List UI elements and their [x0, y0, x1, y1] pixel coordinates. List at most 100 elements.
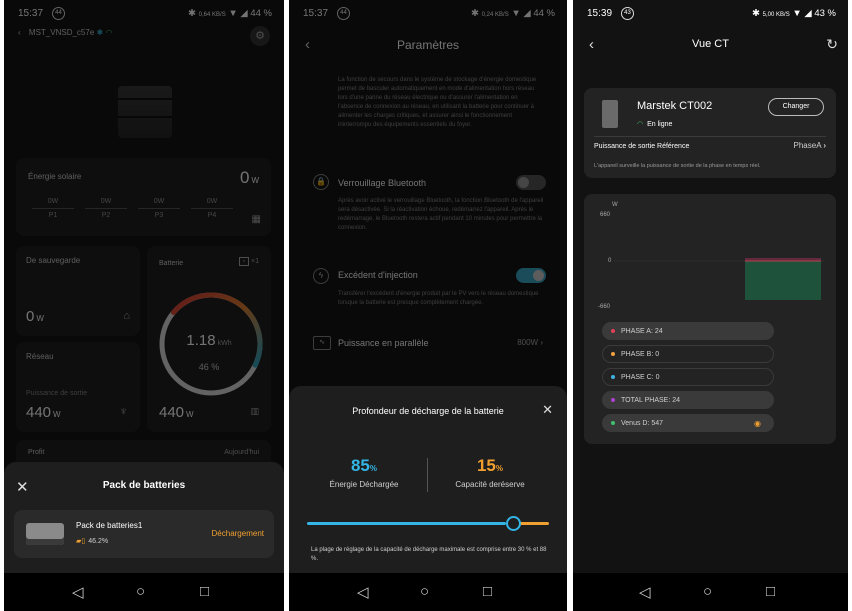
screen-settings: 15:37 44 ✱ 0,24 KB/S ▼ ◢ 44 % ‹ Paramètr…: [289, 0, 567, 611]
recents-nav-icon[interactable]: □: [200, 583, 209, 600]
bluetooth-lock-toggle[interactable]: [516, 175, 546, 190]
discharged-energy: 85% Énergie Déchargée: [305, 456, 423, 489]
lightning-icon: ϟ: [313, 268, 329, 284]
status-time: 15:37: [303, 8, 329, 19]
battery-card[interactable]: Batterie ▫ ×1 1.18 kWh 46 % 440 W ▥: [147, 246, 271, 432]
net-speed: 5,00 KB/S: [762, 12, 790, 18]
battery-bars-icon: ▥: [250, 406, 259, 416]
status-right: ✱ 5,00 KB/S ▼ ◢ 43 %: [752, 8, 836, 19]
screen-ct-view: 15:39 43 ✱ 5,00 KB/S ▼ ◢ 43 % ‹ Vue CT ↻…: [573, 0, 848, 611]
range-note: La plage de réglage de la capacité de dé…: [311, 547, 547, 562]
status-time: 15:39: [587, 8, 613, 19]
divider: [427, 458, 428, 492]
android-nav-bar: ◁ ○ □: [573, 573, 848, 611]
profit-period: Aujourd'hui: [224, 449, 259, 456]
injection-toggle[interactable]: [516, 268, 546, 283]
settings-gear-icon[interactable]: ⚙: [250, 26, 270, 46]
battery-pack-icon: ▫: [238, 257, 250, 266]
home-nav-icon[interactable]: ○: [136, 583, 145, 600]
legend-dot: [611, 352, 615, 357]
battery-pack-sheet: ✕ Pack de batteries Pack de batteries1 ▰…: [4, 462, 284, 574]
home-nav-icon[interactable]: ○: [703, 583, 712, 600]
battery-count: ▫ ×1: [238, 257, 259, 266]
parallel-power-value[interactable]: 800W ›: [517, 338, 543, 347]
grid-value: 440 W: [26, 404, 61, 421]
change-button[interactable]: Changer: [768, 98, 824, 116]
slider-fill: [307, 522, 506, 525]
pack-name: Pack de batteries1: [76, 521, 143, 530]
back-nav-icon[interactable]: ◁: [639, 583, 651, 601]
home-nav-icon[interactable]: ○: [420, 583, 429, 600]
reserve-value: 15%: [476, 456, 504, 475]
grid-sub-label: Puissance de sortie: [26, 390, 88, 397]
solar-panels: 0W P1 0W P2 0W P3 0W P4: [28, 198, 238, 230]
slider-handle[interactable]: [506, 516, 521, 531]
discharged-value: 85%: [350, 456, 378, 475]
solar-card[interactable]: Énergie solaire 0W 0W P1 0W P2 0W P3 0W P4 ▦: [16, 158, 271, 236]
legend-label: TOTAL PHASE: 24: [621, 397, 681, 404]
net-speed: 0,64 KB/S: [198, 12, 226, 18]
refresh-icon[interactable]: ↻: [826, 36, 838, 53]
wifi-icon: ◠: [105, 28, 113, 37]
reference-value[interactable]: PhaseA ›: [794, 141, 826, 150]
legend-dot: [611, 398, 615, 403]
status-bar: 15:39 43 ✱ 5,00 KB/S ▼ ◢ 43 %: [573, 0, 848, 26]
legend-label: PHASE A: 24: [621, 328, 663, 335]
legend-label: PHASE B: 0: [621, 351, 660, 358]
close-icon[interactable]: ✕: [542, 402, 553, 418]
grid-card[interactable]: Réseau Puissance de sortie 440 W ♆: [16, 342, 140, 432]
phase-legend-item[interactable]: TOTAL PHASE: 24: [602, 391, 774, 409]
reference-label: Puissance de sortie Référence: [594, 143, 690, 150]
backup-label: De sauvegarde: [26, 256, 81, 265]
battery-pack-item[interactable]: Pack de batteries1 ▰▯ 46.2% Déchargement: [14, 510, 274, 558]
battery-level: 44 %: [250, 8, 272, 19]
notification-badge: 44: [337, 7, 350, 20]
device-header: ‹ MST_VNSD_c57e ✱ ◠: [18, 28, 112, 37]
phase-legend-item[interactable]: PHASE A: 24: [602, 322, 774, 340]
ct-online-status: ◠ En ligne: [637, 121, 673, 128]
ct-device-name: Marstek CT002: [637, 100, 713, 112]
phase-legend-item[interactable]: PHASE C: 0: [602, 368, 774, 386]
notification-badge: 43: [621, 7, 634, 20]
backup-value: 0W: [26, 308, 44, 325]
phase-a-area: [745, 258, 821, 261]
recents-nav-icon[interactable]: □: [483, 583, 492, 600]
page-title: Paramètres: [396, 38, 460, 52]
power-tower-icon: ♆: [119, 404, 128, 418]
status-time: 15:37: [18, 8, 44, 19]
phase-legend-item[interactable]: Venus D: 547 ◉: [602, 414, 774, 432]
status-bar: 15:37 44 ✱ 0,64 KB/S ▼ ◢ 44 %: [4, 0, 284, 26]
back-nav-icon[interactable]: ◁: [357, 583, 369, 601]
bluetooth-icon: ✱: [96, 28, 104, 37]
solar-value: 0W: [239, 168, 259, 187]
phase-legend-item[interactable]: PHASE B: 0: [602, 345, 774, 363]
discharged-label: Énergie Déchargée: [329, 480, 399, 489]
screen-home: 15:37 44 ✱ 0,64 KB/S ▼ ◢ 44 % ‹ MST_VNSD…: [4, 0, 284, 611]
phase-chart: [614, 258, 824, 300]
recents-nav-icon[interactable]: □: [766, 583, 775, 600]
solar-panel-icon: ▦: [251, 214, 261, 225]
android-nav-bar: ◁ ○ □: [289, 573, 567, 611]
legend-dot: [611, 421, 615, 426]
discharge-depth-sheet: Profondeur de décharge de la batterie ✕ …: [289, 386, 567, 574]
home-icon: ⌂: [123, 310, 130, 322]
backup-card[interactable]: De sauvegarde 0W ⌂: [16, 246, 140, 336]
status-right: ✱ 0,64 KB/S ▼ ◢ 44 %: [188, 8, 272, 19]
notification-badge: 44: [52, 7, 65, 20]
back-nav-icon[interactable]: ◁: [72, 583, 84, 601]
phase-chart-card: W 660 0 -660 PHASE A: 24 PHASE B: 0 PHASE …: [584, 194, 836, 444]
panel-p2: 0W P2: [81, 198, 131, 219]
battery-kwh: 1.18 kWh: [186, 332, 232, 349]
battery-pack-image: [26, 523, 64, 545]
legend-label: PHASE C: 0: [621, 374, 660, 381]
battery-label: Batterie: [159, 260, 184, 267]
venus-area: [745, 261, 821, 300]
wifi-icon: ◠: [637, 121, 644, 128]
battery-small-icon: ▰▯: [76, 538, 86, 545]
back-icon[interactable]: ‹: [18, 28, 21, 37]
reserve-capacity: 15% Capacité deréserve: [431, 456, 549, 489]
discharge-slider[interactable]: [307, 516, 549, 531]
parallel-power-label[interactable]: Puissance en parallèle: [338, 338, 429, 348]
battery-power: 440 W: [159, 404, 194, 421]
lock-icon: 🔒: [313, 174, 329, 190]
